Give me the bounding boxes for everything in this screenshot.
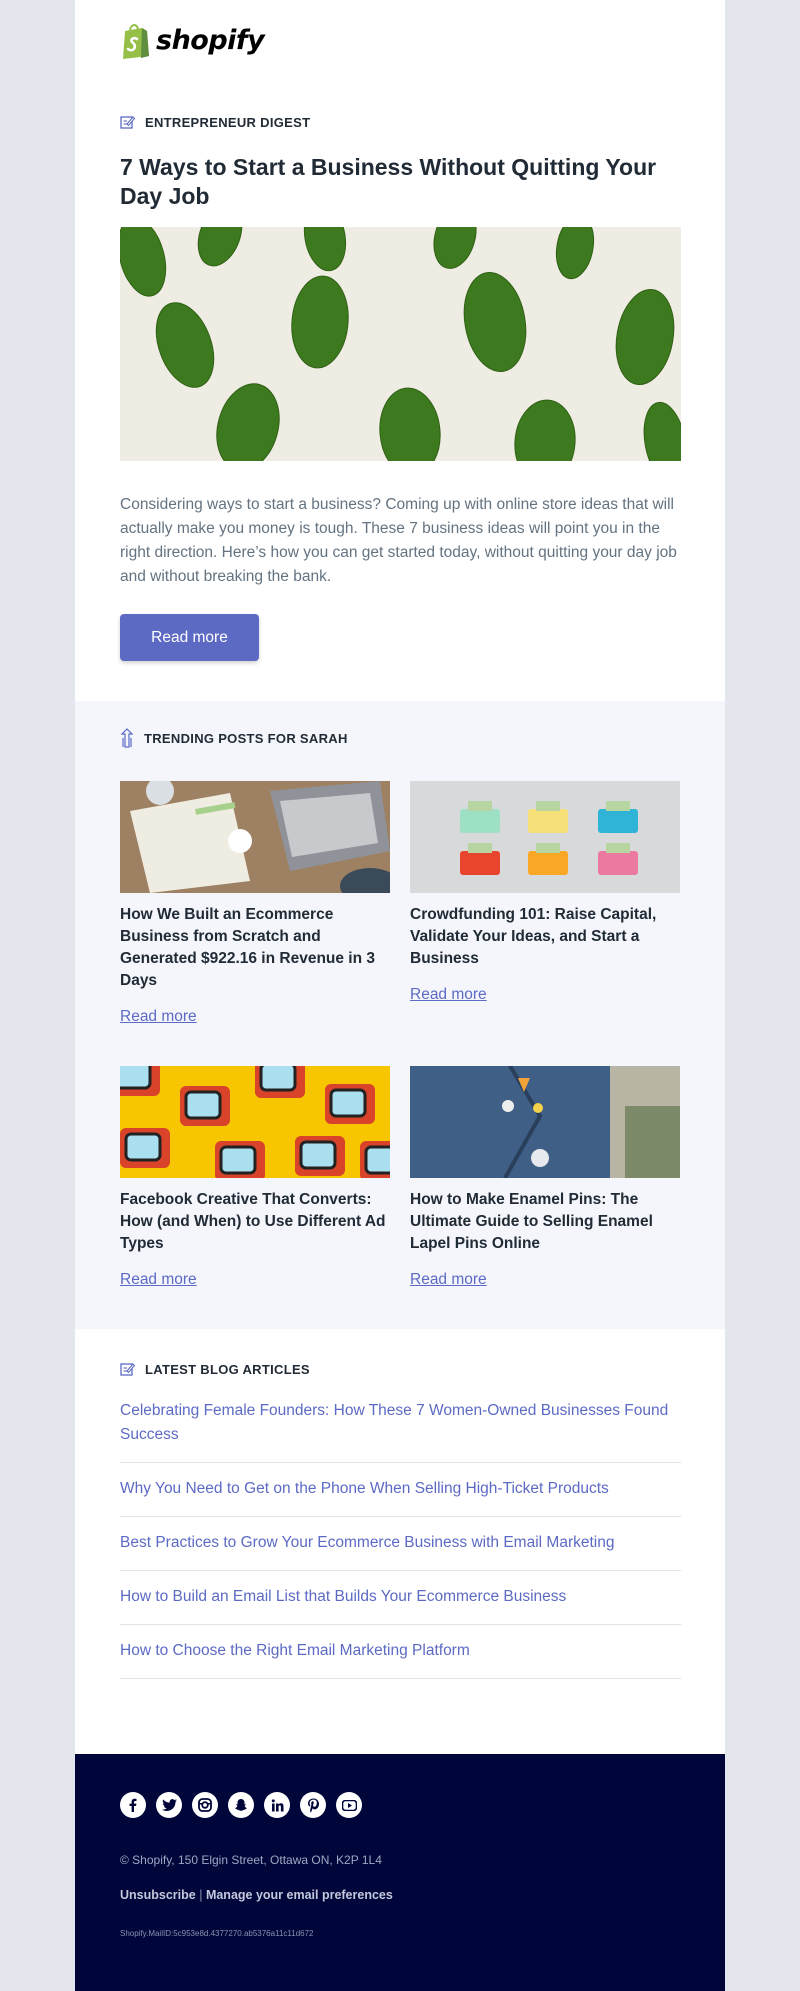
unsubscribe-link[interactable]: Unsubscribe [120, 1888, 196, 1902]
desk-laptop-image[interactable] [120, 781, 390, 893]
post-title[interactable]: Crowdfunding 101: Raise Capital, Validat… [410, 904, 680, 970]
post-title[interactable]: Facebook Creative That Converts: How (an… [120, 1189, 390, 1255]
footer: © Shopify, 150 Elgin Street, Ottawa ON, … [75, 1754, 725, 1991]
linkedin-icon[interactable] [264, 1792, 290, 1818]
hero-read-more-button[interactable]: Read more [120, 614, 259, 661]
edit-note-icon [120, 1363, 135, 1376]
trending-card: How We Built an Ecommerce Business from … [120, 781, 390, 1026]
hero-description: Considering ways to start a business? Co… [120, 496, 677, 585]
company-address: © Shopify, 150 Elgin Street, Ottawa ON, … [120, 1853, 382, 1867]
latest-articles-section: LATEST BLOG ARTICLES Celebrating Female … [75, 1329, 725, 1754]
shopify-logo[interactable]: shopify [120, 22, 265, 59]
section-label: ENTREPRENEUR DIGEST [145, 115, 311, 130]
article-link[interactable]: Why You Need to Get on the Phone When Se… [120, 1463, 681, 1517]
trending-card: How to Make Enamel Pins: The Ultimate Gu… [410, 1066, 680, 1289]
read-more-link[interactable]: Read more [410, 986, 680, 1004]
trending-section: TRENDING POSTS FOR SARAH How We Built an… [75, 701, 725, 1329]
hero-section: shopify ENTREPRENEUR DIGEST 7 Ways to St… [75, 0, 725, 701]
instagram-icon[interactable] [192, 1792, 218, 1818]
hero-title[interactable]: 7 Ways to Start a Business Without Quitt… [120, 153, 685, 211]
article-link[interactable]: Best Practices to Grow Your Ecommerce Bu… [120, 1517, 681, 1571]
read-more-link[interactable]: Read more [120, 1271, 390, 1289]
email-preferences-links: Unsubscribe | Manage your email preferen… [120, 1888, 393, 1902]
mail-id: Shopify.MailID:5c953e8d.4377270.ab5376a1… [120, 1929, 314, 1938]
section-label: TRENDING POSTS FOR SARAH [144, 730, 348, 746]
entrepreneur-digest-header: ENTREPRENEUR DIGEST [120, 115, 310, 130]
article-link[interactable]: How to Build an Email List that Builds Y… [120, 1571, 681, 1625]
trending-card: Facebook Creative That Converts: How (an… [120, 1066, 390, 1289]
social-links [120, 1792, 362, 1818]
manage-preferences-link[interactable]: Manage your email preferences [206, 1888, 393, 1902]
denim-jacket-pins-image[interactable] [410, 1066, 680, 1178]
article-link[interactable]: Celebrating Female Founders: How These 7… [120, 1399, 681, 1463]
article-link[interactable]: How to Choose the Right Email Marketing … [120, 1625, 681, 1679]
trending-header: TRENDING POSTS FOR SARAH [120, 728, 348, 748]
brand-wordmark: shopify [156, 25, 265, 56]
facebook-icon[interactable] [120, 1792, 146, 1818]
edit-note-icon [120, 116, 135, 129]
latest-articles-header: LATEST BLOG ARTICLES [120, 1362, 310, 1377]
colorful-wallets-image[interactable] [410, 781, 680, 893]
read-more-link[interactable]: Read more [410, 1271, 680, 1289]
section-label: LATEST BLOG ARTICLES [145, 1362, 310, 1377]
link-separator: | [199, 1888, 203, 1902]
snapchat-icon[interactable] [228, 1792, 254, 1818]
shopify-bag-icon [123, 24, 149, 59]
hero-image[interactable] [120, 227, 681, 461]
trending-arrow-icon [120, 728, 134, 748]
read-more-link[interactable]: Read more [120, 1008, 390, 1026]
article-list: Celebrating Female Founders: How These 7… [120, 1399, 681, 1679]
retro-tvs-image[interactable] [120, 1066, 390, 1178]
email-container: shopify ENTREPRENEUR DIGEST 7 Ways to St… [75, 0, 725, 1991]
youtube-icon[interactable] [336, 1792, 362, 1818]
post-title[interactable]: How We Built an Ecommerce Business from … [120, 904, 390, 992]
twitter-icon[interactable] [156, 1792, 182, 1818]
trending-card: Crowdfunding 101: Raise Capital, Validat… [410, 781, 680, 1004]
pinterest-icon[interactable] [300, 1792, 326, 1818]
post-title[interactable]: How to Make Enamel Pins: The Ultimate Gu… [410, 1189, 680, 1255]
